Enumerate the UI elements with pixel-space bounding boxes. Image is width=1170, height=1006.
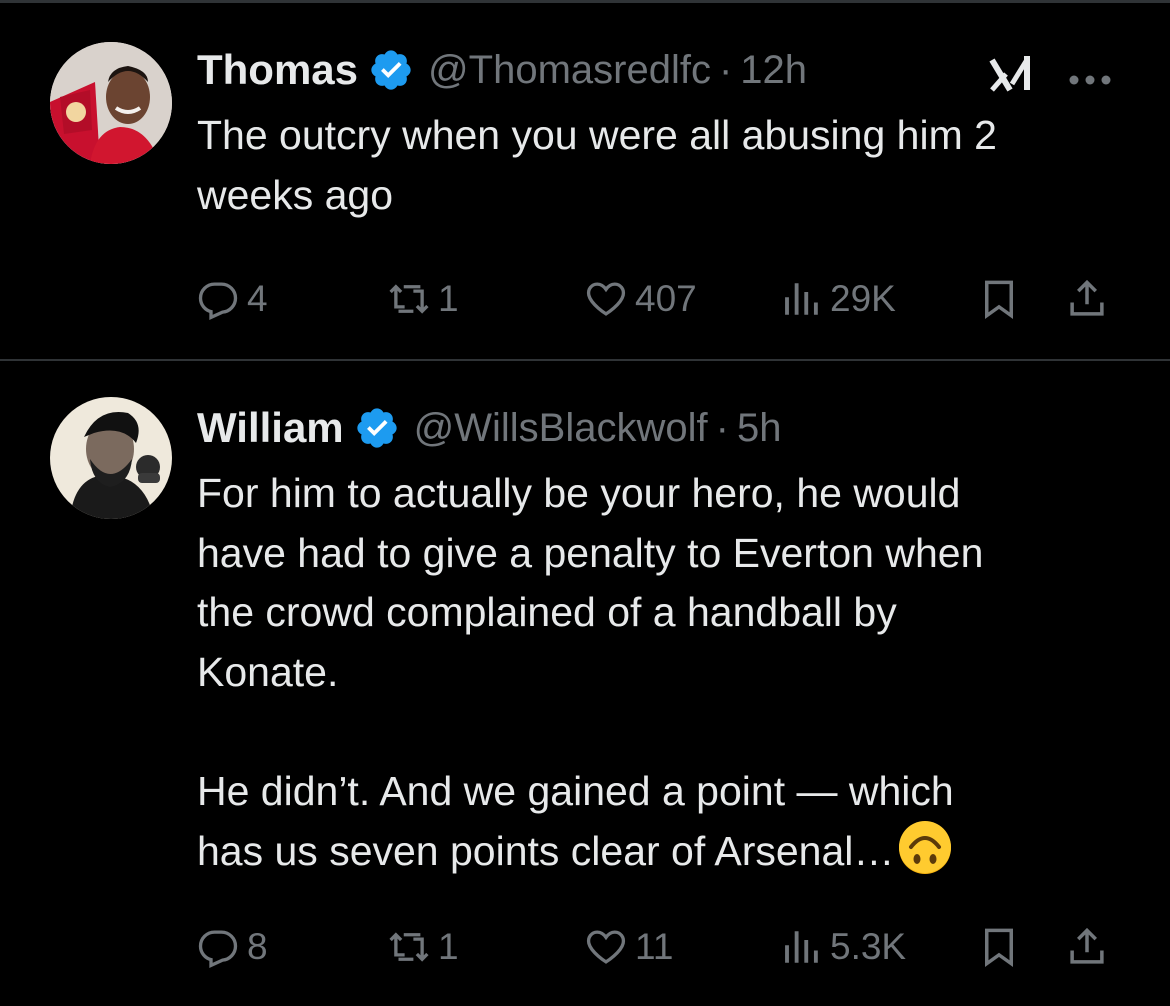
repost-button[interactable]: 1 — [388, 922, 459, 972]
verified-badge-icon — [357, 408, 397, 448]
reply-button[interactable]: 8 — [197, 922, 268, 972]
views-icon — [785, 931, 818, 963]
repost-count: 1 — [438, 926, 459, 967]
views-count: 29K — [830, 278, 896, 319]
repost-icon — [389, 932, 429, 962]
views-icon — [785, 283, 818, 315]
bookmark-button[interactable] — [978, 274, 1020, 324]
tweet-divider — [0, 359, 1170, 361]
timestamp[interactable]: 5h — [737, 406, 782, 451]
avatar[interactable] — [50, 42, 172, 164]
like-button[interactable]: 407 — [585, 274, 697, 324]
bookmark-icon — [985, 928, 1013, 968]
bookmark-icon — [985, 280, 1013, 320]
repost-icon — [389, 284, 429, 314]
like-count: 11 — [635, 926, 674, 967]
separator: · — [718, 47, 733, 92]
share-button[interactable] — [1066, 922, 1108, 972]
like-count: 407 — [635, 278, 697, 319]
share-icon — [1070, 927, 1104, 964]
share-button[interactable] — [1066, 274, 1108, 324]
tweet[interactable]: William @WillsBlackwolf · 5h For him to … — [0, 364, 1170, 1006]
display-name[interactable]: William — [197, 404, 344, 452]
tweet-header: Thomas @Thomasredlfc · 12h — [197, 40, 807, 100]
more-icon[interactable] — [1066, 70, 1114, 90]
share-icon — [1070, 279, 1104, 316]
upside-down-face-emoji — [899, 821, 952, 874]
display-name[interactable]: Thomas — [197, 46, 358, 94]
separator: · — [715, 405, 729, 450]
like-icon — [586, 282, 626, 316]
views-button[interactable]: 29K — [780, 274, 896, 324]
grok-icon[interactable] — [988, 50, 1036, 98]
like-button[interactable]: 11 — [585, 922, 673, 972]
tweet[interactable]: Thomas @Thomasredlfc · 12h The outcry wh… — [0, 8, 1170, 360]
action-bar: 4 1 407 29K — [0, 274, 1170, 324]
views-button[interactable]: 5.3K — [780, 922, 906, 972]
repost-button[interactable]: 1 — [388, 274, 459, 324]
reply-count: 8 — [247, 926, 268, 967]
reply-count: 4 — [247, 278, 268, 319]
top-divider — [0, 0, 1170, 3]
views-count: 5.3K — [830, 926, 907, 967]
tweet-text: For him to actually be your hero, he wou… — [197, 470, 984, 874]
reply-icon — [198, 282, 238, 320]
handle[interactable]: @WillsBlackwolf — [414, 406, 708, 451]
tweet-text-container: For him to actually be your hero, he wou… — [197, 464, 1127, 882]
like-icon — [586, 930, 626, 964]
tweet-header: William @WillsBlackwolf · 5h — [197, 398, 781, 458]
verified-badge-icon — [371, 50, 411, 90]
tweet-text: The outcry when you were all abusing him… — [197, 112, 997, 218]
repost-count: 1 — [438, 278, 459, 319]
handle[interactable]: @Thomasredlfc — [428, 48, 711, 93]
action-bar: 8 1 11 5.3K — [0, 922, 1170, 972]
bookmark-button[interactable] — [978, 922, 1020, 972]
reply-icon — [198, 930, 238, 968]
reply-button[interactable]: 4 — [197, 274, 268, 324]
timestamp[interactable]: 12h — [740, 48, 807, 93]
avatar[interactable] — [50, 397, 172, 519]
